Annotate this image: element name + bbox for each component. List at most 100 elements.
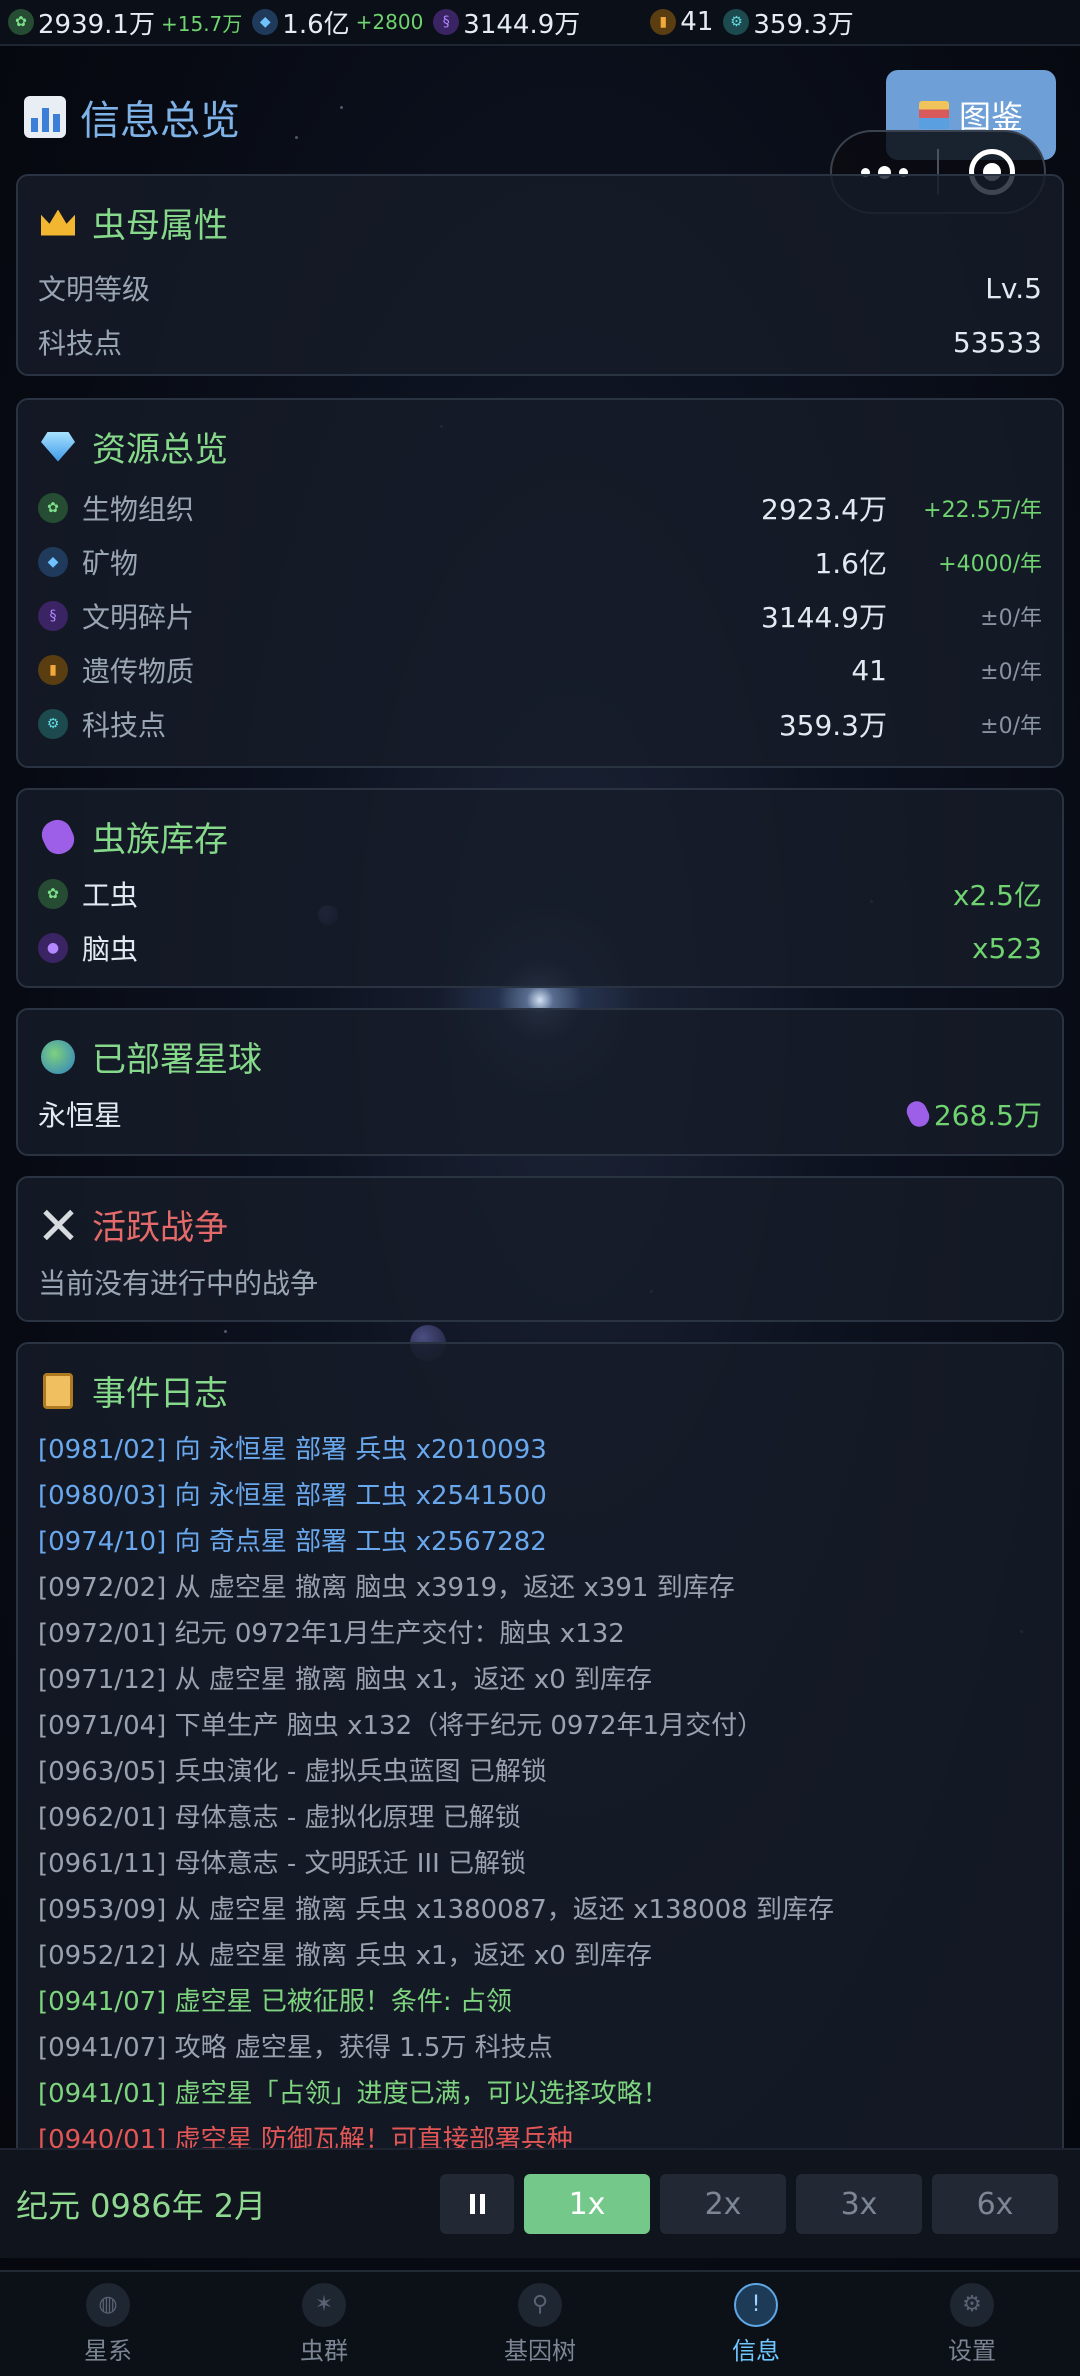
civ-shard-icon: §: [38, 601, 68, 631]
card-title: 虫族库存: [18, 790, 1062, 861]
planet-unit-count: 268.5万: [933, 1099, 1042, 1132]
log-entry: [0972/01] 纪元 0972年1月生产交付：脑虫 x132: [38, 1619, 625, 1649]
event-log-card: 事件日志 [0981/02] 向 永恒星 部署 兵虫 x2010093 [0980…: [16, 1342, 1064, 2162]
tab-label: 信息: [732, 2336, 780, 2365]
speed-2x-button[interactable]: 2x: [660, 2174, 786, 2234]
log-entry: [0971/12] 从 虚空星 撤离 脑虫 x1，返还 x0 到库存: [38, 1665, 653, 1695]
tab-label: 星系: [84, 2336, 132, 2365]
page-title-text: 信息总览: [80, 98, 240, 144]
resource-overview-card: 资源总览 ✿ 生物组织 2923.4万 +22.5万/年 ◆ 矿物 1.6亿 +…: [16, 398, 1064, 768]
tech-value: 359.3万: [753, 9, 854, 40]
queen-title: 虫母属性: [92, 206, 228, 246]
scroll-icon: [38, 1371, 78, 1411]
star-decoration: [340, 106, 343, 109]
row-value: Lv.5: [985, 271, 1042, 305]
resources-title: 资源总览: [92, 430, 228, 470]
resource-label: 文明碎片: [82, 601, 195, 634]
worm-icon: [37, 814, 79, 859]
tech-icon: ⚙: [38, 709, 68, 739]
tab-swarm[interactable]: ✶ 虫群: [216, 2272, 432, 2376]
unit-label: 工虫: [82, 879, 139, 912]
mineral-icon: ◆: [252, 9, 279, 35]
log-entry: [0980/03] 向 永恒星 部署 工虫 x2541500: [38, 1481, 547, 1511]
page-title: 信息总览: [24, 88, 240, 146]
active-war-card: 活跃战争 当前没有进行中的战争: [16, 1176, 1064, 1322]
log-entry: [0941/07] 虚空星 已被征服！条件: 占领: [38, 1987, 512, 2017]
time-control-bar: 纪元 0986年 2月 1x 2x 3x 6x: [0, 2148, 1080, 2258]
resource-rate: ±0/年: [980, 660, 1042, 685]
log-entry: [0953/09] 从 虚空星 撤离 兵虫 x1380087，返还 x13800…: [38, 1895, 834, 1925]
log-entry: [0974/10] 向 奇点星 部署 工虫 x2567282: [38, 1527, 547, 1557]
card-title: 事件日志: [18, 1344, 1062, 1415]
swarm-inventory-card: 虫族库存 ✿ 工虫 x2.5亿 ● 脑虫 x523: [16, 788, 1064, 988]
card-title: 活跃战争: [18, 1178, 1062, 1249]
resource-topbar: ✿ 2939.1万 +15.7万 ◆ 1.6亿 +2800 § 3144.9万 …: [0, 0, 1080, 46]
resource-value: 2923.4万: [761, 493, 887, 526]
resource-label: 遗传物质: [82, 655, 195, 688]
resource-row: ◆ 矿物 1.6亿 +4000/年: [18, 535, 1062, 589]
tab-info[interactable]: ! 信息: [648, 2272, 864, 2376]
tech-resource: ⚙ 359.3万: [723, 4, 854, 41]
civ-value: 3144.9万: [463, 9, 581, 40]
gene-value: 41: [680, 7, 714, 37]
speed-1x-button[interactable]: 1x: [524, 2174, 650, 2234]
resource-rate: ±0/年: [980, 714, 1042, 739]
speed-3x-button[interactable]: 3x: [796, 2174, 922, 2234]
resource-rate: ±0/年: [980, 606, 1042, 631]
mineral-icon: ◆: [38, 547, 68, 577]
civilization-level-row: 文明等级 Lv.5: [18, 261, 1062, 315]
log-entry: [0963/05] 兵虫演化 - 虚拟兵虫蓝图 已解锁: [38, 1757, 547, 1787]
mineral-resource: ◆ 1.6亿 +2800: [252, 4, 423, 41]
swarm-icon: ✶: [302, 2282, 346, 2327]
queen-attributes-card: 虫母属性 文明等级 Lv.5 科技点 53533: [16, 174, 1064, 376]
log-entry: [0972/02] 从 虚空星 撤离 脑虫 x3919，返还 x391 到库存: [38, 1573, 735, 1603]
bio-resource: ✿ 2939.1万 +15.7万: [8, 4, 242, 41]
tech-icon: ⚙: [723, 9, 750, 35]
worm-icon: [903, 1097, 933, 1131]
bio-delta: +15.7万: [160, 11, 243, 36]
globe-icon: [38, 1037, 78, 1077]
diamond-icon: [38, 427, 78, 467]
tab-label: 基因树: [504, 2336, 576, 2365]
gear-icon: ⚙: [950, 2282, 994, 2327]
resource-value: 41: [851, 653, 887, 687]
planet-name: 永恒星: [38, 1099, 123, 1132]
row-label: 文明等级: [38, 273, 151, 306]
war-title: 活跃战争: [92, 1208, 228, 1248]
bottom-tab-bar: ◍ 星系 ✶ 虫群 ⚲ 基因树 ! 信息 ⚙ 设置: [0, 2270, 1080, 2376]
tech-points-row: 科技点 53533: [18, 315, 1062, 369]
tab-galaxy[interactable]: ◍ 星系: [0, 2272, 216, 2376]
planets-title: 已部署星球: [92, 1040, 262, 1080]
info-icon: !: [734, 2282, 778, 2327]
gene-icon: ▮: [650, 9, 677, 35]
resource-rate: +4000/年: [938, 552, 1042, 577]
log-entry: [0961/11] 母体意志 - 文明跃迁 III 已解锁: [38, 1849, 527, 1879]
planet-icon: ◍: [86, 2282, 130, 2327]
war-empty-row: 当前没有进行中的战争: [18, 1255, 1062, 1309]
civ-shard-icon: §: [433, 9, 460, 35]
tab-settings[interactable]: ⚙ 设置: [864, 2272, 1080, 2376]
tab-gene-tree[interactable]: ⚲ 基因树: [432, 2272, 648, 2376]
bar-chart-icon: [24, 96, 66, 138]
crossed-swords-icon: [38, 1205, 78, 1245]
row-value: 53533: [952, 325, 1042, 359]
star-decoration: [295, 136, 298, 139]
gene-icon: ▮: [38, 655, 68, 685]
speed-6x-button[interactable]: 6x: [932, 2174, 1058, 2234]
card-title: 虫母属性: [18, 176, 1062, 247]
resource-row: ✿ 生物组织 2923.4万 +22.5万/年: [18, 481, 1062, 535]
mineral-value: 1.6亿: [282, 9, 350, 40]
log-entry: [0952/12] 从 虚空星 撤离 兵虫 x1，返还 x0 到库存: [38, 1941, 653, 1971]
unit-row: ✿ 工虫 x2.5亿: [18, 867, 1062, 921]
resource-label: 生物组织: [82, 493, 195, 526]
pause-button[interactable]: [440, 2174, 514, 2234]
event-log-list[interactable]: [0981/02] 向 永恒星 部署 兵虫 x2010093 [0980/03] …: [18, 1427, 1062, 2160]
gene-tree-icon: ⚲: [518, 2282, 562, 2327]
log-title: 事件日志: [92, 1374, 228, 1414]
card-title: 已部署星球: [18, 1010, 1062, 1081]
log-entry: [0941/01] 虚空星「占领」进度已满，可以选择攻略！: [38, 2079, 669, 2109]
unit-count: x2.5亿: [952, 879, 1042, 912]
resource-row: ⚙ 科技点 359.3万 ±0/年: [18, 697, 1062, 751]
planet-row[interactable]: 永恒星 268.5万: [18, 1087, 1062, 1141]
resource-value: 359.3万: [778, 709, 887, 742]
